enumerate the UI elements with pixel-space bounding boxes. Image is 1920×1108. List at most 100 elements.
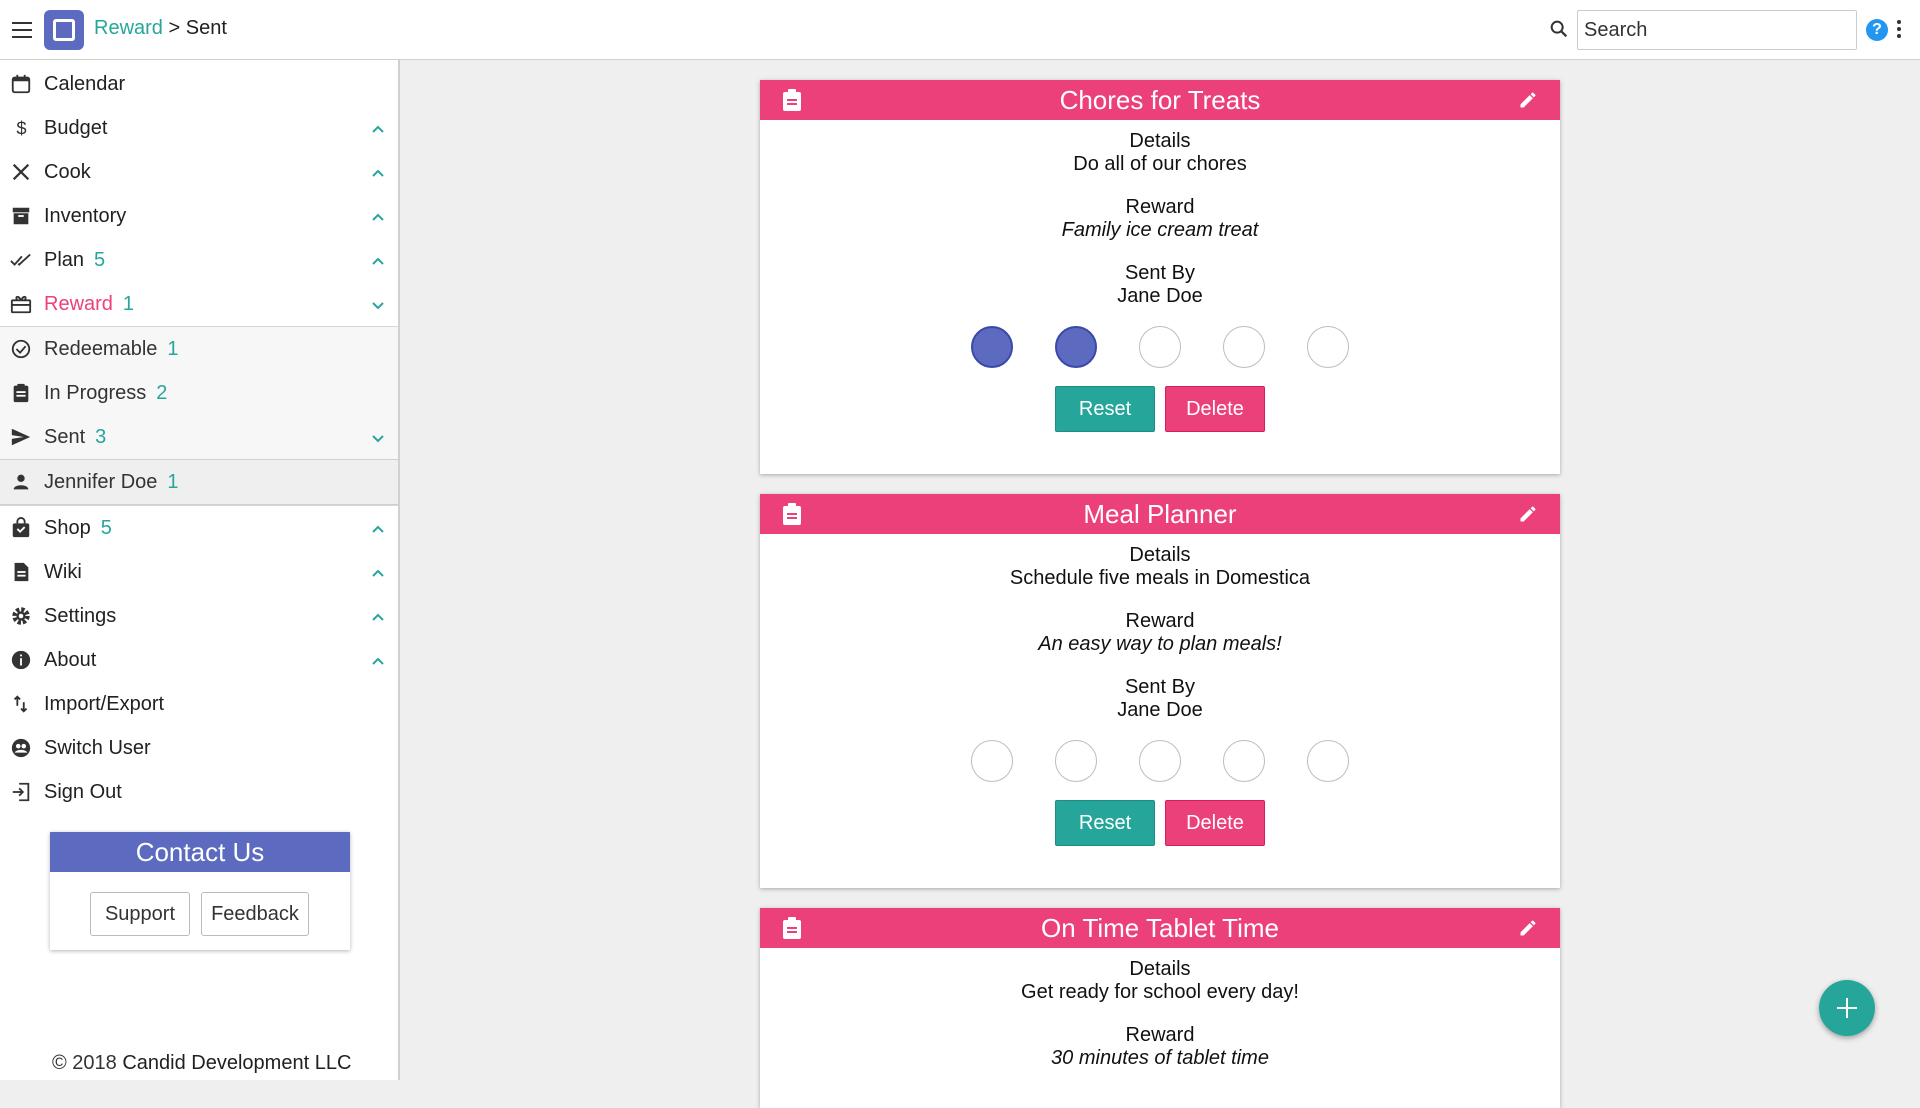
breadcrumb-separator: >: [168, 17, 181, 39]
sign-out-icon: [12, 782, 30, 802]
sidebar-item-label: In Progress 2: [44, 382, 167, 405]
sidebar-item-wiki[interactable]: Wiki: [0, 550, 398, 594]
copyright-company: Candid Development LLC: [122, 1052, 352, 1074]
contact-us-title: Contact Us: [50, 832, 350, 872]
sent-by-value: Jane Doe: [1117, 699, 1203, 721]
feedback-button[interactable]: Feedback: [201, 892, 309, 936]
reward-submenu: Redeemable 1 In Progress 2 Sent 3 Jennifer …: [0, 326, 398, 506]
sidebar: Calendar $ Budget Cook Inventory Plan 5 R…: [0, 60, 400, 1080]
chevron-up-icon[interactable]: [370, 609, 386, 625]
chevron-up-icon[interactable]: [370, 653, 386, 669]
sidebar-item-sent[interactable]: Sent 3: [0, 415, 398, 459]
sidebar-item-switch-user[interactable]: Switch User: [0, 726, 398, 770]
help-icon[interactable]: ?: [1866, 19, 1888, 41]
progress-circle[interactable]: [1223, 740, 1265, 782]
progress-circle[interactable]: [1307, 740, 1349, 782]
app-logo[interactable]: [44, 10, 84, 50]
edit-pencil-icon[interactable]: [1518, 90, 1538, 110]
add-reward-fab[interactable]: [1819, 980, 1875, 1036]
reward-card: Chores for Treats Details Do all of our …: [760, 80, 1560, 474]
sidebar-item-settings[interactable]: Settings: [0, 594, 398, 638]
sidebar-item-label: Switch User: [44, 737, 151, 759]
card-header: Chores for Treats: [760, 80, 1560, 120]
document-icon: [14, 562, 29, 582]
sidebar-item-label-text: In Progress: [44, 382, 147, 404]
sidebar-item-about[interactable]: About: [0, 638, 398, 682]
breadcrumb-current: Sent: [185, 17, 227, 39]
sidebar-item-label: Wiki: [44, 561, 82, 583]
sidebar-item-label: Sign Out: [44, 781, 122, 803]
sidebar-item-inventory[interactable]: Inventory: [0, 194, 398, 238]
search-input[interactable]: [1577, 10, 1857, 50]
copyright-prefix: © 2018: [52, 1052, 117, 1074]
hamburger-menu-icon[interactable]: [8, 17, 36, 43]
reward-card: On Time Tablet Time Details Get ready fo…: [760, 908, 1560, 1108]
clipboard-icon: [783, 503, 801, 525]
breadcrumb-reward-link[interactable]: Reward: [94, 17, 163, 39]
card-title: Meal Planner: [1083, 499, 1237, 529]
sidebar-item-sign-out[interactable]: Sign Out: [0, 770, 398, 814]
sidebar-item-label: Settings: [44, 605, 117, 627]
send-icon: [11, 428, 31, 446]
chevron-up-icon[interactable]: [370, 165, 386, 181]
edit-pencil-icon[interactable]: [1518, 504, 1538, 524]
progress-circle[interactable]: [971, 326, 1013, 368]
calendar-icon: [11, 74, 31, 94]
chevron-down-icon[interactable]: [370, 430, 386, 446]
sidebar-item-calendar[interactable]: Calendar: [0, 62, 398, 106]
delete-button[interactable]: Delete: [1165, 386, 1265, 432]
chevron-down-icon[interactable]: [370, 297, 386, 313]
sidebar-item-label: Budget: [44, 117, 108, 139]
reward-value: An easy way to plan meals!: [1038, 633, 1282, 655]
switch-user-icon: [11, 738, 31, 758]
search-icon[interactable]: [1548, 18, 1570, 40]
chevron-up-icon[interactable]: [370, 521, 386, 537]
reset-button[interactable]: Reset: [1055, 800, 1155, 846]
chevron-up-icon[interactable]: [370, 565, 386, 581]
edit-pencil-icon[interactable]: [1518, 918, 1538, 938]
sidebar-item-label: Inventory: [44, 205, 127, 227]
sidebar-item-label: Plan 5: [44, 249, 105, 272]
sidebar-item-reward[interactable]: Reward 1: [0, 282, 398, 326]
sidebar-item-jennifer-doe[interactable]: Jennifer Doe 1: [0, 460, 398, 504]
details-value: Schedule five meals in Domestica: [1009, 567, 1311, 589]
progress-circle[interactable]: [1055, 326, 1097, 368]
sidebar-item-label: Redeemable 1: [44, 338, 179, 361]
sidebar-item-plan[interactable]: Plan 5: [0, 238, 398, 282]
sidebar-item-label-text: Redeemable: [44, 338, 158, 360]
chevron-up-icon[interactable]: [370, 253, 386, 269]
card-title: On Time Tablet Time: [1041, 913, 1279, 943]
reset-button[interactable]: Reset: [1055, 386, 1155, 432]
check-circle-icon: [11, 339, 31, 359]
utensils-icon: [12, 163, 30, 181]
chevron-up-icon[interactable]: [370, 121, 386, 137]
sidebar-item-label: Import/Export: [44, 693, 165, 715]
delete-button[interactable]: Delete: [1165, 800, 1265, 846]
sent-by-label: Sent By: [1124, 676, 1196, 698]
sidebar-item-in-progress[interactable]: In Progress 2: [0, 371, 398, 415]
progress-circle[interactable]: [971, 740, 1013, 782]
chevron-up-icon[interactable]: [370, 209, 386, 225]
shopping-bag-icon: [12, 517, 30, 538]
sidebar-item-label: Calendar: [44, 73, 126, 95]
progress-circle[interactable]: [1307, 326, 1349, 368]
progress-circle[interactable]: [1223, 326, 1265, 368]
sent-submenu: Jennifer Doe 1: [0, 459, 398, 505]
reward-value: Family ice cream treat: [1061, 219, 1259, 241]
more-options-icon[interactable]: [1892, 18, 1906, 42]
sidebar-item-budget[interactable]: $ Budget: [0, 106, 398, 150]
sidebar-item-label-text: Reward: [44, 293, 113, 315]
progress-circle[interactable]: [1139, 326, 1181, 368]
support-button[interactable]: Support: [90, 892, 190, 936]
info-icon: [11, 650, 31, 670]
card-actions: Reset Delete: [760, 386, 1560, 452]
sidebar-item-shop[interactable]: Shop 5: [0, 506, 398, 550]
progress-circle[interactable]: [1055, 740, 1097, 782]
sidebar-item-cook[interactable]: Cook: [0, 150, 398, 194]
sidebar-item-redeemable[interactable]: Redeemable 1: [0, 327, 398, 371]
progress-circle[interactable]: [1139, 740, 1181, 782]
card-title: Chores for Treats: [1059, 85, 1261, 115]
card-actions: Reset Delete: [760, 800, 1560, 866]
person-icon: [13, 474, 29, 490]
sidebar-item-import-export[interactable]: Import/Export: [0, 682, 398, 726]
